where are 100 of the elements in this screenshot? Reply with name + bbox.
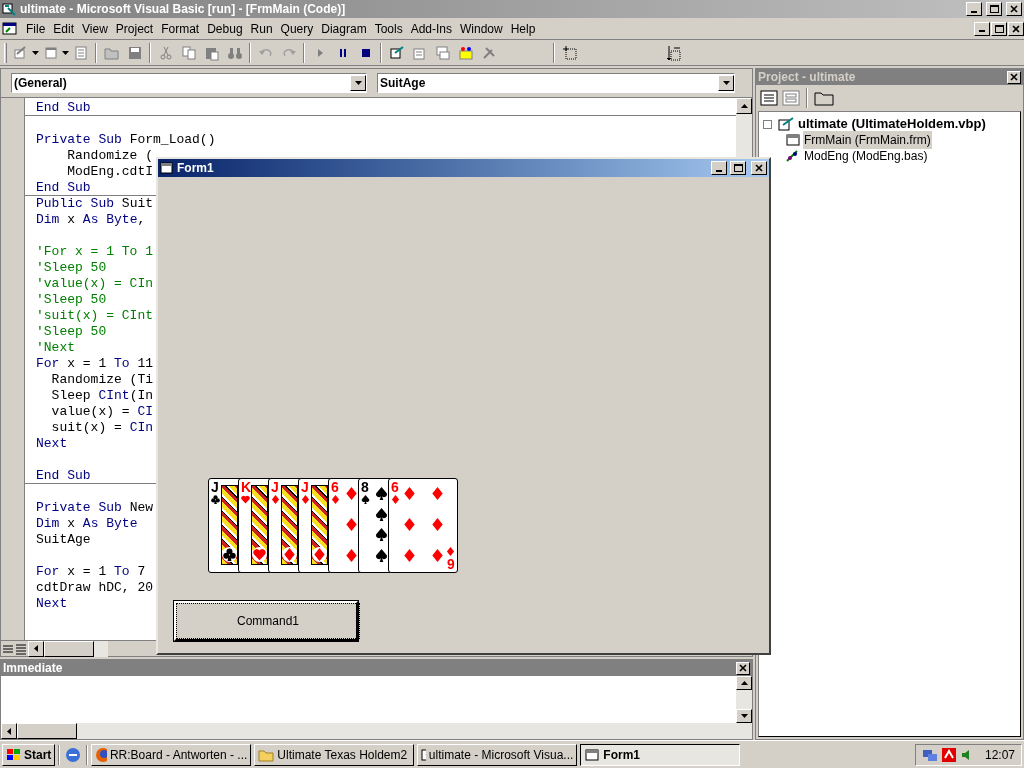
horizontal-scrollbar[interactable] (1, 723, 79, 739)
card-rank: J (301, 479, 309, 495)
arrow-up-icon (740, 681, 748, 685)
code-line: 'suit(x) = CInt (36, 308, 154, 323)
close-button[interactable] (1008, 21, 1024, 36)
code-line: SuitAge (36, 532, 91, 547)
diamond-icon (391, 495, 400, 504)
diamond-icon (345, 549, 358, 562)
diamond-icon (313, 548, 326, 561)
maximize-icon (994, 24, 1004, 33)
tree-item[interactable]: ModEng (ModEng.bas) (803, 147, 929, 165)
diamond-icon (403, 549, 416, 562)
globe-icon (95, 746, 107, 763)
diamond-icon (331, 495, 340, 504)
heart-icon (241, 495, 250, 504)
code-line: Next (36, 596, 68, 611)
arrow-left-icon (34, 645, 38, 652)
code-line: ModEng.cdtI (66, 164, 154, 179)
menu-item[interactable]: Run (246, 19, 277, 38)
close-button[interactable] (1006, 2, 1022, 16)
code-line: 'Sleep 50 (36, 324, 107, 339)
arrow-up-icon (740, 104, 748, 108)
code-window-icon[interactable] (2, 20, 18, 37)
shield-icon[interactable] (940, 746, 957, 763)
menu-item[interactable]: Query (276, 19, 318, 38)
code-line: 'For x = 1 To 1 (36, 244, 154, 259)
close-button[interactable] (736, 661, 750, 675)
code-line: cdtDraw hDC, 20 (36, 580, 154, 595)
diamond-icon (301, 495, 310, 504)
card-rank: 6 (447, 556, 455, 572)
object-dropdown[interactable]: (General) (11, 73, 367, 93)
start-button[interactable]: Start (2, 743, 56, 766)
diamond-icon (403, 518, 416, 531)
close-button[interactable] (1007, 70, 1021, 84)
maximize-button[interactable] (991, 21, 1007, 36)
minimize-button[interactable] (711, 161, 727, 175)
taskbar-button[interactable]: ultimate - Microsoft Visua... (417, 743, 578, 766)
dropdown-button[interactable] (350, 75, 366, 91)
taskbar-button[interactable]: Form1 (580, 743, 741, 766)
club-icon (211, 495, 220, 504)
maximize-icon (733, 164, 743, 172)
diamond-icon (446, 547, 455, 556)
code-line: Dim x As Byte, (36, 212, 146, 227)
code-line: Randomize (Ti (50, 372, 154, 387)
dropdown-button[interactable] (718, 75, 734, 91)
minimize-button[interactable] (966, 2, 982, 16)
procedure-view-icon[interactable] (2, 642, 14, 655)
close-icon (755, 164, 763, 172)
pane-title: Project - ultimate (758, 69, 857, 86)
procedure-dropdown[interactable]: SuitAge (377, 73, 735, 93)
module-icon (785, 149, 801, 163)
menu-item[interactable]: Edit (49, 19, 79, 38)
maximize-button[interactable] (730, 161, 746, 175)
menu-item[interactable]: Add-Ins (406, 19, 456, 38)
menu-item[interactable]: Project (111, 19, 158, 38)
code-line: 'Sleep 50 (36, 260, 107, 275)
code-line: suit(x) = CIn (50, 420, 154, 435)
card-rank: K (241, 479, 252, 495)
minimize-icon (971, 10, 977, 13)
code-line: For x = 1 To 11 (36, 356, 154, 371)
heart-icon (253, 548, 266, 561)
taskbar-button[interactable]: Ultimate Texas Holdem2 (254, 743, 415, 766)
menu-item[interactable]: Help (506, 19, 540, 38)
minimize-button[interactable] (974, 21, 990, 36)
collapse-toggle[interactable] (763, 119, 772, 129)
code-line: 'Sleep 50 (36, 292, 107, 307)
code-line: End Sub (36, 180, 91, 195)
view-code-icon[interactable] (760, 90, 778, 106)
arrow-down-icon (740, 714, 748, 718)
command-button[interactable]: Command1 (174, 601, 358, 641)
maximize-button[interactable] (986, 2, 1002, 16)
menu-item[interactable]: Diagram (317, 19, 371, 38)
window-title: ultimate - Microsoft Visual Basic [run] - [FrmMain (Code)] (20, 1, 346, 18)
diamond-icon (345, 518, 358, 531)
folder-icon[interactable] (814, 90, 834, 106)
menu-item[interactable]: Window (456, 19, 507, 38)
menu-item[interactable]: Format (157, 19, 204, 38)
maximize-icon (989, 5, 999, 13)
form-icon (160, 161, 174, 175)
code-line: Private Sub Form_Load() (36, 132, 216, 147)
tree-item[interactable]: ultimate (UltimateHoldem.vbp) (797, 114, 987, 134)
menu-item[interactable]: Debug (203, 19, 247, 38)
code-line: 'value(x) = CIn (36, 276, 154, 291)
close-button[interactable] (751, 161, 767, 175)
diamond-icon (431, 487, 444, 500)
menu-item[interactable]: File (22, 19, 50, 38)
card-rank: J (211, 479, 219, 495)
code-line: End Sub (36, 468, 91, 483)
tree-item[interactable]: FrmMain (FrmMain.frm) (803, 131, 932, 149)
full-module-view-icon[interactable] (15, 642, 27, 655)
horizontal-scrollbar[interactable] (28, 640, 108, 657)
minimize-icon (716, 169, 722, 172)
view-object-icon[interactable] (782, 90, 800, 106)
app-icon (2, 2, 16, 16)
vertical-scrollbar[interactable] (736, 676, 752, 723)
menu-item[interactable]: View (78, 19, 112, 38)
card-rank: 6 (391, 479, 399, 495)
spade-icon (361, 495, 370, 504)
menu-item[interactable]: Tools (370, 19, 407, 38)
taskbar-button[interactable]: RR:Board - Antworten - ... (91, 743, 252, 766)
